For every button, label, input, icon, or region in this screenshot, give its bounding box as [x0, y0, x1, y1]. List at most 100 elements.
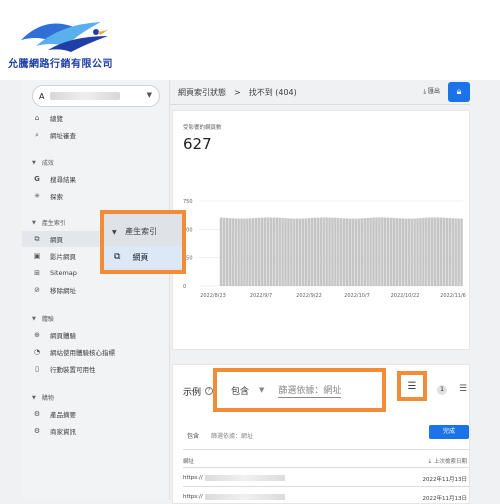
sidebar-item-sitemap[interactable]: ⊞ Sitemap: [32, 265, 77, 281]
chart-bar[interactable]: [272, 217, 276, 286]
callout-filter-input[interactable]: 篩選依據：網址: [278, 383, 342, 398]
chart-bar[interactable]: [448, 218, 452, 286]
chart-bar[interactable]: [451, 218, 454, 286]
chart-bar[interactable]: [243, 218, 246, 286]
chart-bar[interactable]: [460, 218, 463, 286]
chart-bar[interactable]: [348, 218, 352, 286]
chart-bar[interactable]: [357, 218, 361, 286]
sidebar-item-discover[interactable]: ✳ 探索: [32, 188, 63, 204]
chart-bar[interactable]: [425, 217, 428, 286]
callout-filter-type[interactable]: 包含: [231, 384, 249, 397]
chart-bar[interactable]: [428, 217, 431, 286]
chart-bar[interactable]: [331, 217, 334, 286]
chart-bar[interactable]: [249, 218, 252, 286]
chart-bar[interactable]: [301, 218, 305, 286]
chart-bar[interactable]: [257, 217, 261, 286]
chart-bar[interactable]: [395, 218, 399, 286]
help-icon[interactable]: ?: [205, 387, 213, 395]
chart-bar[interactable]: [278, 217, 281, 286]
chart-bar[interactable]: [231, 218, 234, 286]
chart-bar[interactable]: [363, 218, 366, 286]
chart-bar[interactable]: [296, 218, 299, 286]
section-shopping[interactable]: ▼ 購物: [32, 393, 54, 403]
chart-bar[interactable]: [310, 217, 314, 286]
chart-bar[interactable]: [422, 217, 425, 286]
chart-bar[interactable]: [416, 218, 419, 286]
sidebar-item-page-experience[interactable]: ⊕ 網頁體驗: [32, 327, 76, 343]
chart-bar[interactable]: [266, 217, 270, 286]
chart-bar[interactable]: [275, 217, 278, 286]
chart-bar[interactable]: [252, 218, 255, 286]
filter-button[interactable]: ☰: [397, 371, 427, 401]
export-button[interactable]: ⤓ 匯出: [423, 86, 440, 96]
share-button[interactable]: 🔒︎: [448, 82, 470, 102]
table-row-url[interactable]: https://: [183, 475, 285, 481]
chart-bar[interactable]: [328, 217, 331, 286]
chart-bar[interactable]: [354, 218, 358, 286]
section-indexing[interactable]: ▼ 產生索引: [32, 218, 66, 228]
chart-bar[interactable]: [325, 217, 328, 286]
page-title[interactable]: 網頁索引狀態: [178, 87, 226, 98]
chart-bar[interactable]: [439, 217, 443, 286]
chart-bar[interactable]: [454, 218, 457, 286]
chart-bar[interactable]: [298, 218, 302, 286]
section-experience[interactable]: ▼ 體驗: [32, 314, 54, 324]
sidebar-item-merchant-listings[interactable]: ⚙ 商家資訊: [32, 423, 76, 439]
chart-bar[interactable]: [254, 218, 258, 286]
chart-bar[interactable]: [240, 218, 243, 286]
chart-bar[interactable]: [281, 218, 284, 286]
chart-bar[interactable]: [237, 218, 240, 286]
chart-bar[interactable]: [263, 217, 267, 286]
chart-bar[interactable]: [378, 217, 381, 286]
sidebar-item-search-results[interactable]: G 搜尋結果: [32, 171, 76, 187]
chart-bar[interactable]: [345, 218, 349, 286]
chart-bar[interactable]: [322, 217, 325, 286]
sidebar-item-removals[interactable]: ⊘ 移除網址: [32, 282, 76, 298]
chart-bar[interactable]: [307, 218, 311, 286]
filter-type-select[interactable]: 包含: [187, 431, 199, 440]
chart-bar[interactable]: [234, 218, 237, 286]
chart-bar[interactable]: [284, 218, 287, 286]
chart-bar[interactable]: [304, 218, 308, 286]
sidebar-item-overview[interactable]: ⌂ 總覽: [32, 110, 63, 126]
chart-bar[interactable]: [337, 218, 340, 286]
chart-bar[interactable]: [246, 218, 249, 286]
chart-bar[interactable]: [436, 217, 440, 286]
sidebar-item-mobile-usability[interactable]: ▯ 行動裝置可用性: [32, 361, 95, 377]
chart-bar[interactable]: [225, 217, 229, 286]
chart-bar[interactable]: [219, 217, 223, 286]
chart-bar[interactable]: [222, 217, 226, 286]
chart-bar[interactable]: [433, 217, 437, 286]
sidebar-item-url-inspection[interactable]: ⌕ 網址審查: [32, 127, 76, 143]
chart-bar[interactable]: [392, 218, 396, 286]
chart-bar[interactable]: [316, 217, 320, 286]
property-selector[interactable]: A ▼: [32, 85, 160, 107]
chart-bar[interactable]: [430, 217, 434, 286]
chart-bar[interactable]: [369, 217, 372, 286]
chart-bar[interactable]: [413, 218, 416, 286]
chart-bar[interactable]: [372, 217, 375, 286]
chart-bar[interactable]: [407, 218, 410, 286]
chart-bar[interactable]: [445, 217, 449, 286]
column-header-url[interactable]: 網址: [183, 457, 194, 465]
chart-bar[interactable]: [260, 217, 264, 286]
chart-bar[interactable]: [290, 218, 293, 286]
chart-bar[interactable]: [269, 217, 273, 286]
section-performance[interactable]: ▼ 成效: [32, 158, 54, 168]
sidebar-item-video-pages[interactable]: ▣ 影片網頁: [32, 248, 76, 264]
chart-bar[interactable]: [334, 217, 337, 286]
chart-bar[interactable]: [381, 217, 384, 286]
chart-bar[interactable]: [404, 218, 408, 286]
chart-bar[interactable]: [293, 218, 296, 286]
chart-bar[interactable]: [384, 217, 387, 286]
chart-bar[interactable]: [340, 218, 343, 286]
filter-icon[interactable]: ☰: [459, 384, 467, 394]
chart-bar[interactable]: [389, 217, 393, 286]
chart-bar[interactable]: [287, 218, 290, 286]
chart-bar[interactable]: [375, 217, 378, 286]
chart-bar[interactable]: [457, 218, 460, 286]
sidebar-item-core-web-vitals[interactable]: ◔ 網站使用體驗核心指標: [32, 344, 115, 360]
chart-bar[interactable]: [342, 218, 346, 286]
chart-bar[interactable]: [228, 218, 232, 286]
chart-bar[interactable]: [351, 218, 355, 286]
